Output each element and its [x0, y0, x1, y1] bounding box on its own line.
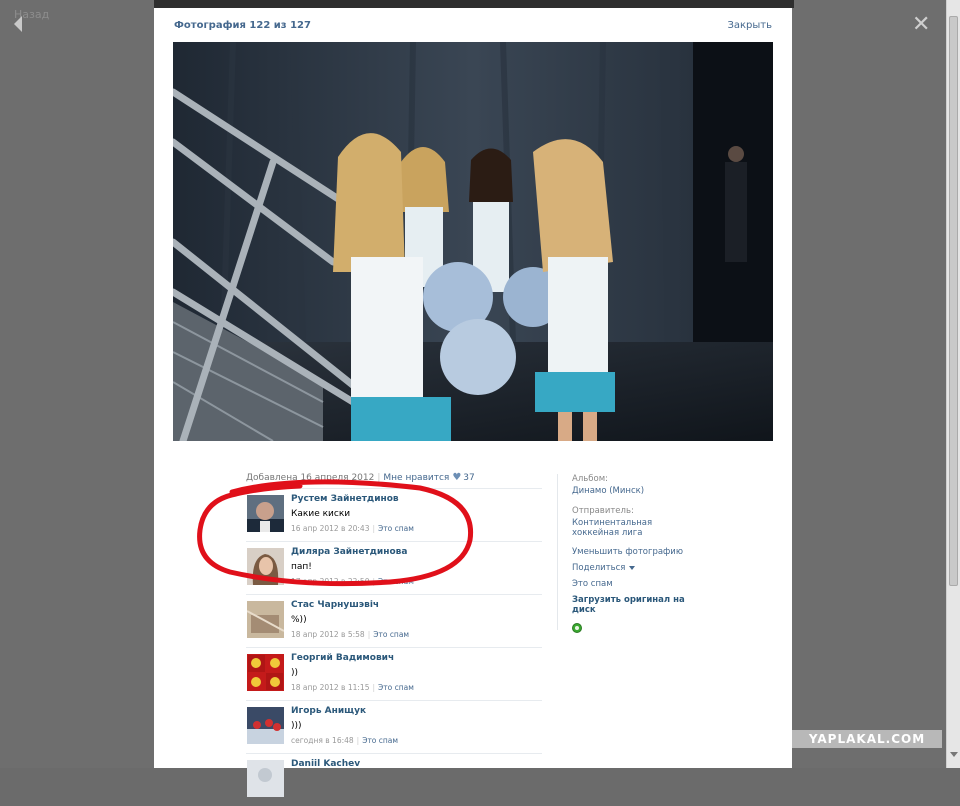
album-label: Альбом:	[572, 474, 608, 484]
column-divider	[557, 474, 558, 630]
spam-link[interactable]: Это спам	[378, 577, 414, 586]
photo-image	[173, 42, 773, 441]
comment-author[interactable]: Стас Чарнушэвіч	[291, 600, 379, 610]
background-page-header	[154, 0, 794, 8]
comment-meta: 18 апр 2012 в 11:15 | Это спам	[291, 683, 414, 692]
like-count: 37	[463, 473, 475, 483]
comment-item: Daniil Kachev	[246, 753, 542, 806]
photo-counter: Фотография 122 из 127	[174, 20, 311, 31]
comment-date[interactable]: сегодня в 16:48	[291, 736, 354, 745]
comment-meta: сегодня в 16:48 | Это спам	[291, 736, 399, 745]
scroll-down-arrow-icon[interactable]	[950, 752, 958, 757]
main-photo[interactable]	[173, 42, 773, 441]
comment-meta: 17 апр 2012 в 22:50 | Это спам	[291, 577, 414, 586]
spam-link[interactable]: Это спам	[373, 630, 409, 639]
comment-date[interactable]: 18 апр 2012 в 5:58	[291, 630, 365, 639]
comment-text: пап!	[291, 562, 312, 572]
comment-meta: 18 апр 2012 в 5:58 | Это спам	[291, 630, 410, 639]
sender-label: Отправитель:	[572, 506, 634, 516]
spam-report-link[interactable]: Это спам	[572, 579, 613, 589]
like-button[interactable]: Мне нравится	[383, 473, 449, 483]
comment-item: Рустем Зайнетдинов Какие киски 16 апр 20…	[246, 488, 542, 541]
comment-text: %))	[291, 615, 307, 625]
reduce-photo-link[interactable]: Уменьшить фотографию	[572, 547, 683, 557]
comment-item: Стас Чарнушэвіч %)) 18 апр 2012 в 5:58 | Э…	[246, 594, 542, 647]
scroll-thumb[interactable]	[949, 16, 958, 586]
comment-author[interactable]: Георгий Вадимович	[291, 653, 394, 663]
comment-author[interactable]: Рустем Зайнетдинов	[291, 494, 399, 504]
avatar[interactable]	[247, 548, 284, 585]
chevron-down-icon	[629, 565, 636, 570]
avatar[interactable]	[247, 601, 284, 638]
page-scrollbar[interactable]	[946, 0, 960, 768]
watermark: YAPLAKAL.COM	[792, 730, 942, 748]
comment-text: Какие киски	[291, 509, 351, 519]
heart-icon[interactable]: ♥	[452, 472, 461, 483]
prev-photo-arrow-icon[interactable]	[14, 16, 22, 32]
album-link[interactable]: Динамо (Минск)	[572, 486, 644, 496]
comment-meta: 16 апр 2012 в 20:43 | Это спам	[291, 524, 414, 533]
comment-date[interactable]: 18 апр 2012 в 11:15	[291, 683, 369, 692]
comment-date[interactable]: 16 апр 2012 в 20:43	[291, 524, 369, 533]
comment-item: Георгий Вадимович )) 18 апр 2012 в 11:15…	[246, 647, 542, 700]
sender-link[interactable]: Континентальная хоккейная лига	[572, 518, 692, 538]
added-date: Добавлена 16 апреля 2012	[246, 473, 375, 483]
upload-original-link[interactable]: Загрузить оригинал на диск	[572, 595, 692, 615]
comment-author[interactable]: Игорь Анищук	[291, 706, 366, 716]
spam-link[interactable]: Это спам	[378, 683, 414, 692]
close-icon[interactable]: ✕	[912, 14, 930, 36]
status-dot-icon	[572, 623, 582, 633]
comment-author[interactable]: Диляра Зайнетдинова	[291, 547, 407, 557]
comment-date[interactable]: 17 апр 2012 в 22:50	[291, 577, 369, 586]
avatar[interactable]	[247, 760, 284, 797]
close-link[interactable]: Закрыть	[727, 20, 772, 31]
comment-item: Диляра Зайнетдинова пап! 17 апр 2012 в 2…	[246, 541, 542, 594]
avatar[interactable]	[247, 495, 284, 532]
comment-item: Игорь Анищук ))) сегодня в 16:48 | Это спа…	[246, 700, 542, 753]
avatar[interactable]	[247, 654, 284, 691]
comment-text: ))	[291, 668, 299, 678]
spam-link[interactable]: Это спам	[378, 524, 414, 533]
comments-list: Рустем Зайнетдинов Какие киски 16 апр 20…	[246, 488, 542, 806]
share-dropdown[interactable]: Поделиться	[572, 563, 636, 573]
avatar[interactable]	[247, 707, 284, 744]
photo-viewer-panel: Фотография 122 из 127 Закрыть Добавлена …	[154, 8, 792, 797]
comment-text: )))	[291, 721, 302, 731]
spam-link[interactable]: Это спам	[362, 736, 398, 745]
share-label: Поделиться	[572, 563, 626, 573]
photo-meta: Добавлена 16 апреля 2012 | Мне нравится ♥ 37	[246, 472, 475, 483]
